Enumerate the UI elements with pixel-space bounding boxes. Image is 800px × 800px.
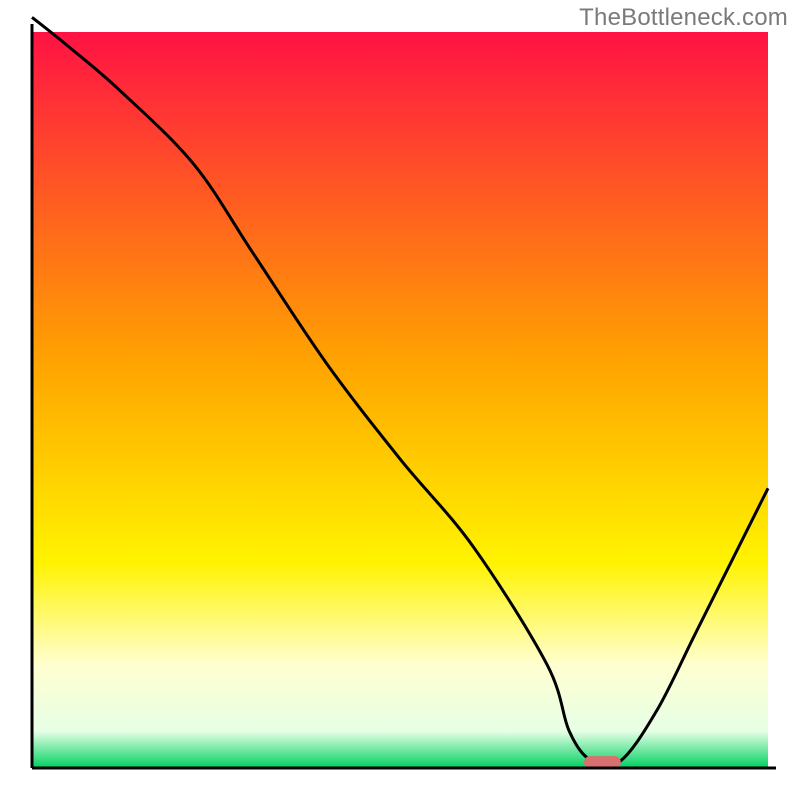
optimal-marker [584, 756, 621, 768]
chart-frame: TheBottleneck.com [0, 0, 800, 800]
plot-background [32, 32, 768, 768]
bottleneck-chart [0, 0, 800, 800]
